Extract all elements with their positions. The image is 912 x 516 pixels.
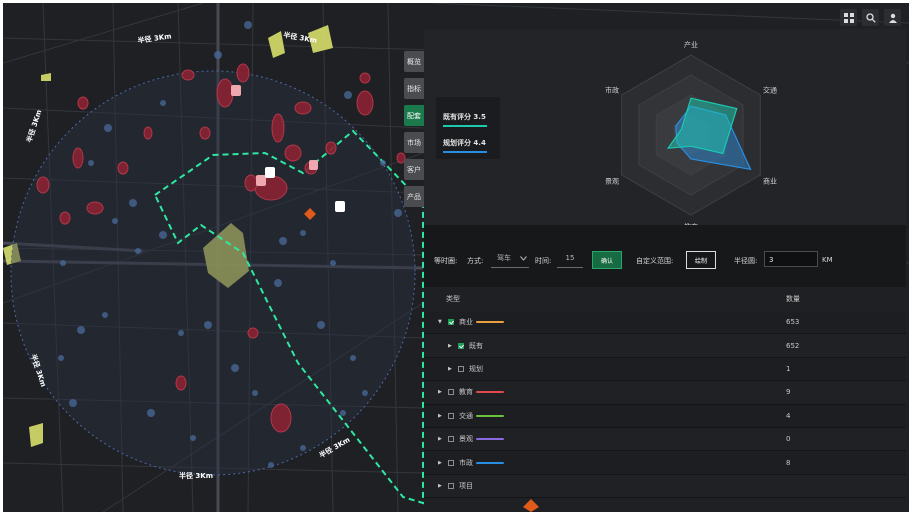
chevron-right-icon[interactable]: ▶ [438, 483, 442, 489]
app-window: 半径 3Km 半径 3Km 半径 3Km 半径 3Km 半径 3Km 半径 3K… [3, 3, 909, 512]
chevron-right-icon[interactable]: ▶ [438, 460, 442, 466]
table-row[interactable]: ▶ 规划 1 [424, 357, 906, 382]
planned-score-label: 规划评分 4.4 [443, 139, 486, 147]
row-count: 4 [786, 411, 791, 420]
radius-label: 半径 3Km [24, 108, 43, 143]
chevron-right-icon[interactable]: ▶ [438, 413, 442, 419]
custom-range-label: 自定义范围: [636, 257, 674, 265]
row-label: 市政 [459, 458, 473, 467]
side-tab[interactable]: 市场 [404, 132, 424, 153]
table-row[interactable]: ▶ 项目 [424, 474, 906, 499]
mode-select[interactable]: 驾车 [491, 250, 529, 268]
table-body: ▼ 商业 653 ▶ 既有 652 ▶ 规划 1 ▶ 教育 9 ▶ 交通 4 ▶ 景观 0 ▶ 市政 8 ▶ 项目 [424, 311, 906, 499]
table-row[interactable]: ▼ 商业 653 [424, 311, 906, 335]
confirm-button[interactable]: 确认 [592, 251, 622, 269]
row-checkbox[interactable] [448, 482, 454, 489]
draw-button[interactable]: 绘制 [686, 251, 716, 269]
row-checkbox[interactable] [448, 389, 454, 396]
radius-label: 半径 3Km [179, 471, 213, 480]
row-count: 652 [786, 341, 800, 350]
score-legend: 既有评分 3.5 规划评分 4.4 [436, 97, 500, 159]
radar-axis-label: 商业 [763, 177, 777, 186]
radius-unit: KM [822, 256, 833, 264]
type-column-header: 类型 [446, 295, 460, 303]
poi-type-table: 类型 数量 ▼ 商业 653 ▶ 既有 652 ▶ 规划 1 ▶ 教育 9 ▶ 交通 4 ▶ 景观 0 ▶ 市政 8 ▶ 项… [424, 287, 906, 499]
row-checkbox[interactable] [448, 436, 454, 443]
grid-icon[interactable] [840, 9, 857, 26]
side-tab[interactable]: 产品 [404, 186, 424, 207]
existing-score-label: 既有评分 3.5 [443, 113, 486, 121]
row-label: 既有 [469, 341, 483, 350]
row-count: 653 [786, 318, 800, 327]
analysis-panel: 既有评分 3.5 规划评分 4.4 产业交通商业教育景观市政 等时圈: 方式: … [424, 29, 906, 499]
table-row[interactable]: ▶ 景观 0 [424, 427, 906, 452]
search-icon[interactable] [862, 9, 879, 26]
time-input[interactable]: 15 [557, 250, 583, 268]
radar-axis-label: 产业 [684, 40, 698, 49]
row-count: 9 [786, 388, 791, 397]
row-color-swatch [476, 461, 504, 464]
mode-value: 驾车 [497, 254, 511, 262]
side-tab[interactable]: 概览 [404, 51, 424, 72]
user-icon[interactable] [884, 9, 901, 26]
row-color-swatch [476, 321, 504, 324]
side-tab[interactable]: 客户 [404, 159, 424, 180]
row-count: 0 [786, 435, 791, 444]
radar-axis-label: 市政 [605, 85, 619, 94]
mode-label: 方式: [467, 257, 484, 265]
side-tab[interactable]: 配套 [404, 105, 424, 126]
side-tab[interactable]: 指标 [404, 78, 424, 99]
range-controls: 等时圈: 方式: 驾车 时间: 15 确认 自定义范围: 绘制 半径圆: 3 K… [424, 247, 906, 277]
radar-axis-label: 景观 [605, 178, 619, 186]
row-checkbox[interactable] [458, 342, 464, 349]
row-label: 交通 [459, 411, 473, 420]
radius-label: 半径圆: [734, 257, 758, 265]
map-toolbar [840, 9, 901, 26]
row-label: 景观 [459, 435, 473, 444]
chevron-down-icon[interactable]: ▼ [438, 319, 442, 325]
time-label: 时间: [535, 257, 552, 265]
row-label: 商业 [459, 318, 473, 327]
table-row[interactable]: ▶ 教育 9 [424, 381, 906, 405]
chevron-right-icon[interactable]: ▶ [438, 436, 442, 442]
row-count: 8 [786, 458, 791, 467]
radar-axis-label: 教育 [684, 222, 698, 225]
row-label: 教育 [459, 388, 473, 397]
row-label: 项目 [459, 481, 473, 490]
count-column-header: 数量 [786, 295, 800, 303]
radar-chart-card: 既有评分 3.5 规划评分 4.4 产业交通商业教育 景观 市政 [424, 29, 906, 231]
table-row[interactable]: ▶ 交通 4 [424, 404, 906, 428]
chevron-down-icon [520, 256, 527, 261]
radar-axis-label: 交通 [763, 85, 777, 94]
planned-score-line [443, 151, 487, 153]
radius-input[interactable]: 3 [764, 251, 818, 267]
table-row[interactable]: ▶ 既有 652 [424, 334, 906, 358]
row-color-swatch [476, 414, 504, 417]
table-row[interactable]: ▶ 市政 8 [424, 451, 906, 475]
row-checkbox[interactable] [448, 459, 454, 466]
row-label: 规划 [469, 364, 483, 373]
side-tab-bar: 概览指标配套市场客户产品 [404, 51, 424, 207]
row-count: 1 [786, 364, 791, 373]
row-color-swatch [476, 438, 504, 441]
row-checkbox[interactable] [448, 412, 454, 419]
chevron-right-icon[interactable]: ▶ [448, 343, 452, 349]
isochrone-label: 等时圈: [434, 257, 458, 265]
chevron-right-icon[interactable]: ▶ [438, 389, 442, 395]
row-color-swatch [476, 391, 504, 394]
table-header: 类型 数量 [424, 287, 906, 311]
row-checkbox[interactable] [458, 365, 464, 372]
row-checkbox[interactable] [448, 319, 454, 326]
existing-score-line [443, 125, 487, 127]
chevron-right-icon[interactable]: ▶ [448, 366, 452, 372]
